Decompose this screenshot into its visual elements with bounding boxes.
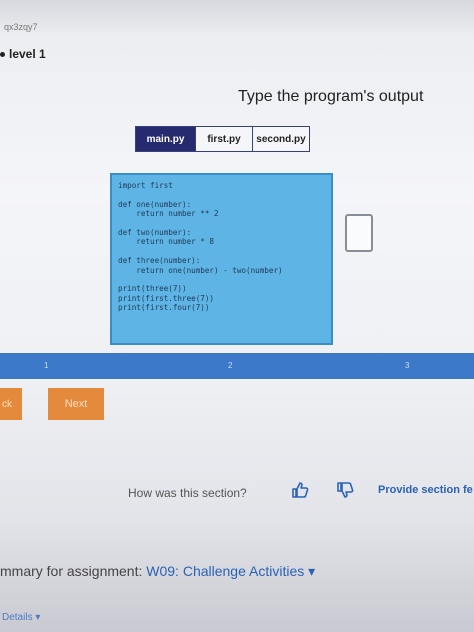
feedback-question: How was this section? <box>128 486 247 500</box>
back-button[interactable]: ck <box>0 388 22 420</box>
progress-step-1[interactable]: 1 <box>44 361 48 370</box>
code-line: def one(number): <box>118 199 192 209</box>
code-line: print(first.three(7)) <box>118 293 215 303</box>
chevron-down-icon[interactable]: ▾ <box>35 612 40 623</box>
provide-feedback-link[interactable]: Provide section fe <box>378 484 473 496</box>
level-heading: level 1 <box>0 47 46 61</box>
output-answer-input[interactable] <box>345 214 373 252</box>
assignment-summary: mmary for assignment: W09: Challenge Act… <box>0 563 315 580</box>
thumbs-down-icon[interactable] <box>335 480 355 500</box>
summary-prefix: mmary for assignment: <box>0 563 143 579</box>
level-label: level 1 <box>9 47 46 61</box>
tab-first-py[interactable]: first.py <box>196 127 253 151</box>
file-tabs: main.py first.py second.py <box>135 126 310 152</box>
next-button[interactable]: Next <box>48 388 104 420</box>
assignment-link[interactable]: W09: Challenge Activities <box>146 563 304 579</box>
code-line: print(three(7)) <box>118 284 187 294</box>
code-viewer: import first def one(number): return num… <box>110 173 333 345</box>
code-line: def three(number): <box>118 256 201 266</box>
details-label[interactable]: Details <box>2 612 33 623</box>
tab-main-py[interactable]: main.py <box>136 127 196 151</box>
code-line: return number * 8 <box>118 237 215 247</box>
code-line: print(first.four(7)) <box>118 303 210 313</box>
code-line: def two(number): <box>118 227 192 237</box>
code-line: return number ** 2 <box>118 209 219 219</box>
progress-step-3[interactable]: 3 <box>405 361 409 370</box>
chevron-down-icon[interactable]: ▾ <box>308 563 315 579</box>
details-toggle[interactable]: Details ▾ <box>2 612 40 623</box>
tab-second-py[interactable]: second.py <box>253 127 309 151</box>
page-title: Type the program's output <box>238 88 424 105</box>
thumbs-up-icon[interactable] <box>290 480 310 500</box>
level-bullet-icon <box>0 52 5 58</box>
progress-step-2[interactable]: 2 <box>228 361 232 370</box>
code-line: import first <box>118 181 173 190</box>
code-line: return one(number) - two(number) <box>118 265 283 275</box>
progress-bar: 1 2 3 <box>0 353 474 379</box>
url-fragment: qx3zqy7 <box>4 22 38 32</box>
